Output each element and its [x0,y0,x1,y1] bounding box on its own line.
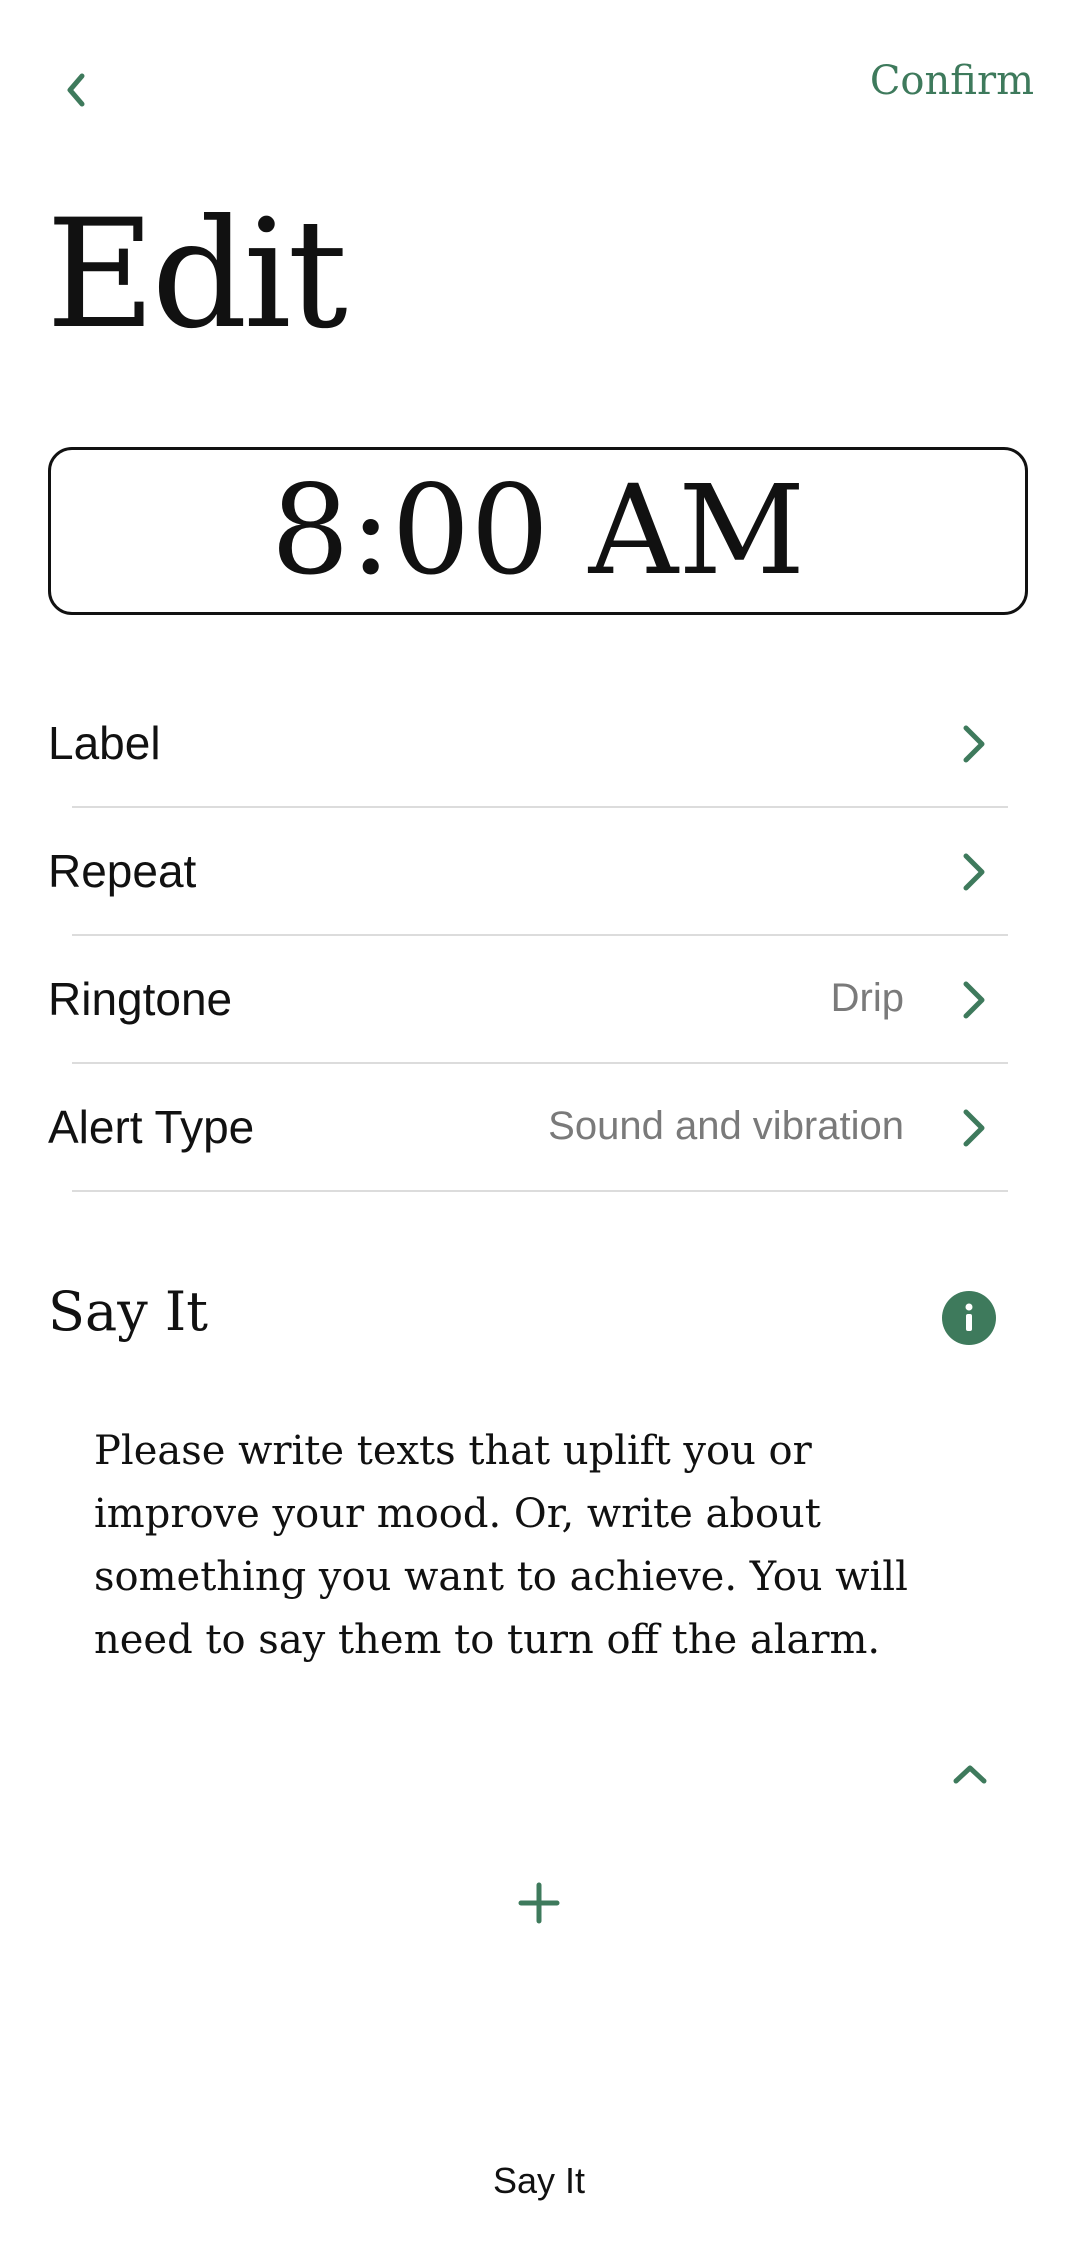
settings-row-value: Drip [830,976,904,1020]
settings-row-value: Sound and vibration [548,1104,904,1148]
bottom-tab-say-it[interactable]: Say It [0,2160,1078,2202]
settings-row-label-text: Ringtone [48,973,233,1025]
settings-row-label-text: Repeat [48,845,197,897]
divider [72,1190,1008,1192]
page-title: Edit [46,188,348,362]
add-text-button[interactable] [514,1878,564,1928]
settings-row-ringtone[interactable]: Ringtone Drip [0,936,1078,1064]
chevron-right-icon [963,981,985,1019]
settings-row-label-text: Label [48,717,161,769]
chevron-right-icon [963,725,985,763]
info-button[interactable] [942,1291,996,1345]
chevron-up-icon [953,1765,987,1784]
chevron-left-icon [67,73,85,107]
settings-row-repeat[interactable]: Repeat [0,808,1078,936]
info-icon [965,1303,973,1331]
say-it-description: Please write texts that uplift you or im… [94,1428,908,1663]
chevron-right-icon [963,853,985,891]
settings-row-alert-type[interactable]: Alert Type Sound and vibration [0,1064,1078,1192]
plus-icon [518,1882,560,1924]
collapse-button[interactable] [945,1752,995,1796]
confirm-button[interactable]: Confirm [870,58,1034,104]
time-picker[interactable]: 8:00 AM [48,447,1028,615]
settings-list: Label Repeat Ringtone Drip Alert Type So… [0,680,1078,1192]
say-it-title: Say It [48,1280,208,1343]
settings-row-label-text: Alert Type [48,1101,255,1153]
top-bar: Confirm [0,0,1078,170]
back-button[interactable] [40,55,110,125]
settings-row-label[interactable]: Label [0,680,1078,808]
chevron-right-icon [963,1109,985,1147]
alarm-time: 8:00 AM [270,459,806,603]
